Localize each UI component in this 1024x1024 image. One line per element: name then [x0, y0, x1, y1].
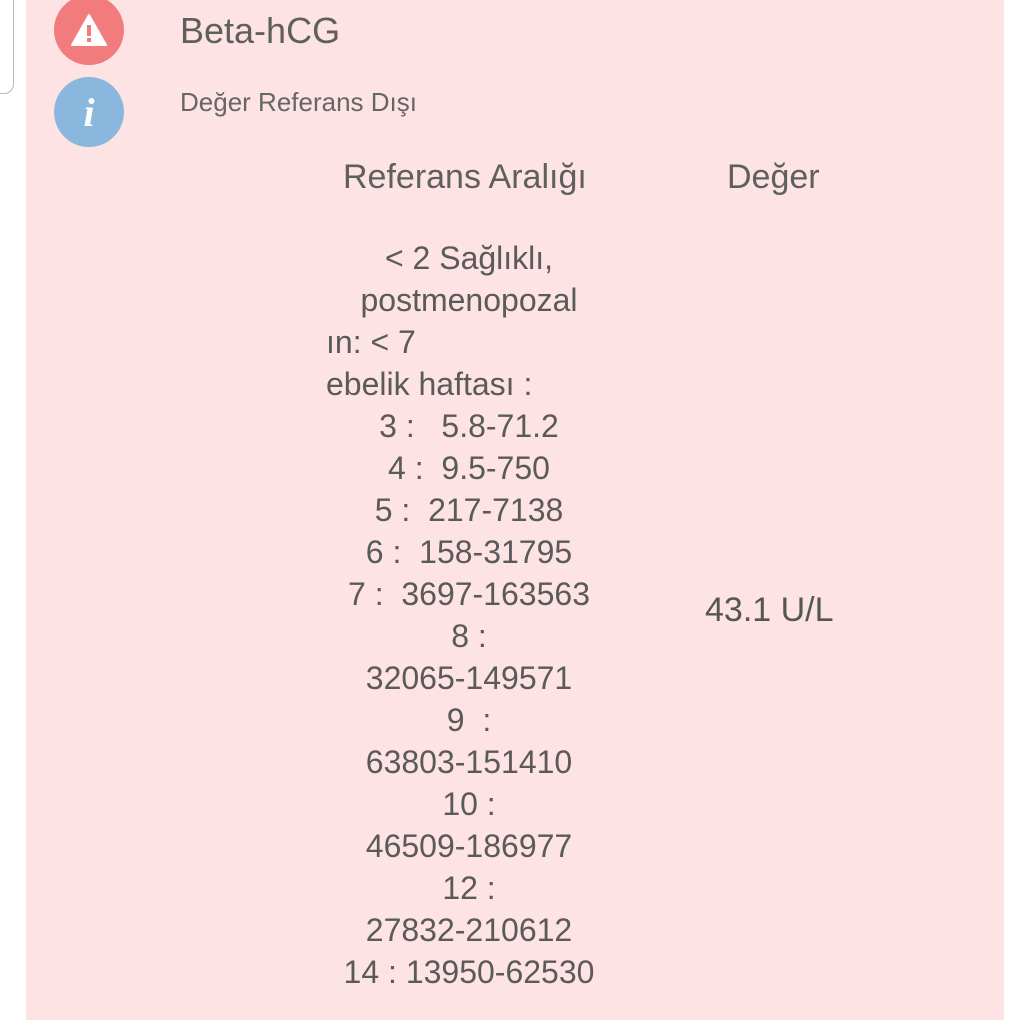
side-panel-edge — [0, 0, 14, 94]
out-of-range-status: Değer Referans Dışı — [180, 87, 417, 117]
info-icon[interactable]: i — [54, 77, 124, 147]
reference-range-line: 5 : 217-7138 — [374, 492, 564, 528]
reference-range-line: 27832-210612 — [365, 912, 573, 948]
warning-triangle-icon — [54, 0, 124, 65]
reference-range-line: < 2 Sağlıklı, — [384, 240, 554, 276]
reference-range-line: 7 : 3697-163563 — [348, 576, 590, 612]
test-name: Beta-hCG — [180, 10, 341, 51]
page: i Beta-hCG Değer Referans Dışı Referans … — [0, 0, 1024, 1024]
reference-range-line: ebelik haftası : — [326, 366, 533, 402]
reference-range-line: 63803-151410 — [365, 744, 573, 780]
reference-range-line: 14 : 13950-62530 — [343, 954, 595, 990]
reference-range-header: Referans Aralığı — [343, 158, 587, 196]
reference-range-line: 6 : 158-31795 — [365, 534, 573, 570]
reference-range-line: 8 : — [451, 618, 487, 654]
reference-range-list: < 2 Sağlıklı, postmenopozal ın: < 7 ebelik … — [326, 237, 612, 993]
result-value: 43.1 U/L — [705, 591, 834, 629]
reference-range-line: 3 : 5.8-71.2 — [379, 408, 559, 444]
reference-range-line: 32065-149571 — [365, 660, 573, 696]
reference-range-line: 4 : 9.5-750 — [388, 450, 550, 486]
reference-range-line: ın: < 7 — [326, 324, 416, 360]
reference-range-line: 46509-186977 — [365, 828, 573, 864]
reference-range-line: 10 : — [442, 786, 496, 822]
value-header: Değer — [727, 158, 820, 196]
reference-range-line: 9 : — [446, 702, 492, 738]
result-card: i Beta-hCG Değer Referans Dışı Referans … — [26, 0, 1004, 1020]
reference-range-line: 12 : — [442, 870, 496, 906]
reference-range-line: postmenopozal — [360, 282, 578, 318]
